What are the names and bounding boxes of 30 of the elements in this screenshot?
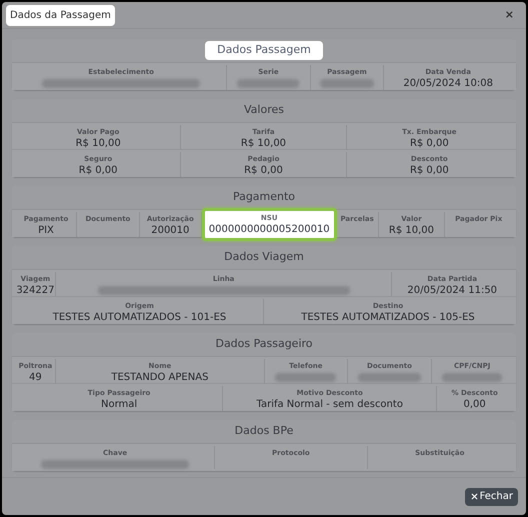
section-title: Dados Passagem xyxy=(205,41,323,60)
field-value: R$ 10,00 xyxy=(388,224,434,237)
field-value: R$ 0,00 xyxy=(78,164,118,177)
field-value: 0000000000005200010 xyxy=(208,222,330,236)
field-value: 49 xyxy=(29,371,42,384)
field-value: TESTANDO APENAS xyxy=(111,371,208,384)
section-title: Dados Passageiro xyxy=(214,336,314,352)
field-value: R$ 0,00 xyxy=(244,164,283,177)
field-value: R$ 10,00 xyxy=(240,137,286,150)
field-value: 200010 xyxy=(151,224,190,237)
field-value: TESTES AUTOMATIZADOS - 101-ES xyxy=(52,311,226,324)
field-value: Normal xyxy=(100,398,138,411)
section-title: Pagamento xyxy=(232,189,296,206)
section-title: Dados BPe xyxy=(234,423,294,440)
close-button[interactable]: × xyxy=(496,6,522,24)
close-button[interactable]: Fechar xyxy=(464,488,518,506)
section-title: Valores xyxy=(243,102,285,118)
field-value: 0,00 xyxy=(464,398,486,411)
field-value: 20/05/2024 10:08 xyxy=(403,77,493,90)
field-value: PIX xyxy=(38,224,54,237)
field-value: 324227 xyxy=(16,284,54,297)
close-icon xyxy=(470,492,479,501)
field-value: R$ 0,00 xyxy=(410,164,449,177)
dialog-title: Dados da Passagem xyxy=(6,4,115,26)
field-value: R$ 10,00 xyxy=(76,137,121,150)
section-title: Dados Viagem xyxy=(223,249,305,266)
field-value: TESTES AUTOMATIZADOS - 105-ES xyxy=(301,311,475,324)
field-value: 20/05/2024 11:50 xyxy=(407,284,498,297)
field-value: Tarifa Normal - sem desconto xyxy=(256,398,403,411)
field-value: R$ 0,00 xyxy=(410,137,449,150)
